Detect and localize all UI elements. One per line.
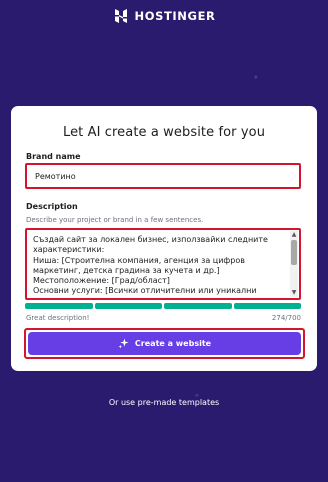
brand-name-value: Ремотино: [35, 171, 76, 181]
scrollbar-thumb[interactable]: [291, 240, 297, 265]
brand-wordmark: HOSTINGER: [134, 9, 216, 23]
description-textarea[interactable]: Създай сайт за локален бизнес, използвай…: [25, 228, 301, 300]
create-website-button[interactable]: Create a website: [28, 332, 301, 355]
character-count: 274/700: [271, 314, 301, 322]
description-quality-meter: [25, 303, 301, 309]
create-button-highlight: Create a website: [24, 328, 305, 359]
card-title: Let AI create a website for you: [62, 125, 266, 140]
textarea-scrollbar[interactable]: ▲ ▼: [290, 231, 298, 297]
quality-meter-segment: [94, 303, 162, 309]
ai-builder-card: Let AI create a website for you Brand na…: [11, 106, 317, 371]
description-value: Създай сайт за локален бизнес, използвай…: [33, 235, 268, 298]
quality-meter-segment: [25, 303, 93, 309]
brand-name-label: Brand name: [26, 152, 81, 161]
quality-meter-segment: [164, 303, 232, 309]
hostinger-logo-icon: [113, 8, 129, 24]
sparkle-icon: [118, 338, 129, 349]
scroll-up-arrow-icon[interactable]: ▲: [290, 231, 298, 239]
brand-name-input[interactable]: Ремотино: [25, 163, 301, 189]
scroll-down-arrow-icon[interactable]: ▼: [290, 289, 298, 297]
description-helper: Describe your project or brand in a few …: [26, 216, 204, 224]
description-label: Description: [26, 202, 78, 211]
pre-made-templates-link[interactable]: Or use pre-made templates: [0, 398, 328, 407]
header: HOSTINGER: [0, 0, 328, 32]
create-website-label: Create a website: [134, 339, 212, 348]
description-quality-hint: Great description!: [26, 314, 90, 322]
quality-meter-segment: [233, 303, 301, 309]
